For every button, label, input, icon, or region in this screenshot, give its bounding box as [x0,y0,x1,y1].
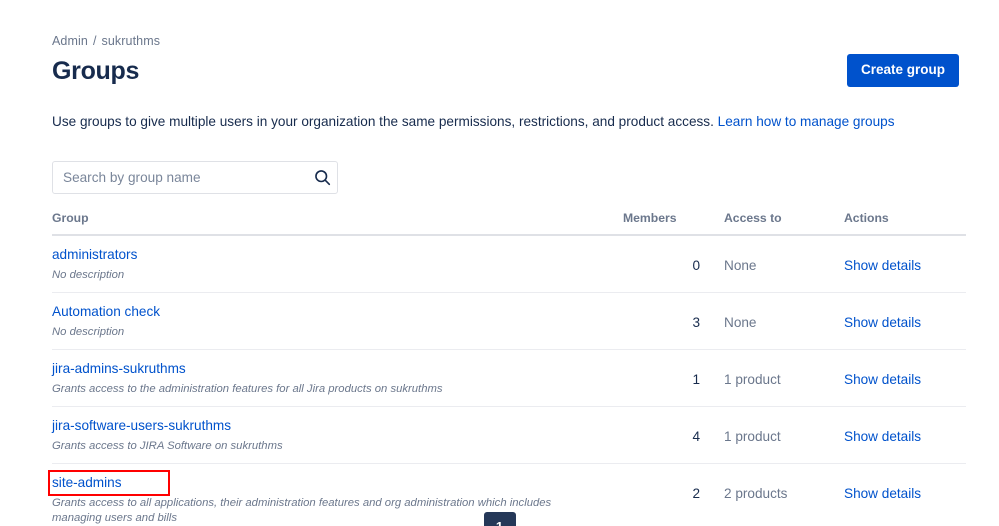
search-icon[interactable] [307,169,337,186]
members-cell: 4 [621,417,710,446]
actions-cell: Show details [830,417,966,446]
groups-table: Group Members Access to Actions administ… [48,211,966,526]
show-details-link[interactable]: Show details [844,303,921,332]
actions-cell: Show details [830,246,966,275]
breadcrumb: Admin / sukruthms [52,33,959,49]
page-header: Admin / sukruthms Groups Create group [52,33,959,87]
page-title: Groups [52,57,140,85]
table-row: Automation check No description 3 None Show … [52,293,966,350]
actions-cell: Show details [830,360,966,389]
access-to-cell: None [710,303,830,332]
breadcrumb-separator: / [92,34,97,48]
create-group-button[interactable]: Create group [846,54,959,87]
group-description: No description [52,326,125,338]
group-name-link[interactable]: site-admins [48,470,170,496]
group-cell: Automation check No description [52,303,621,340]
breadcrumb-item-site[interactable]: sukruthms [102,34,161,48]
breadcrumb-item-admin[interactable]: Admin [52,34,88,48]
show-details-link[interactable]: Show details [844,417,921,446]
group-cell: jira-software-users-sukruthms Grants acce… [52,417,621,454]
members-count: 2 [692,486,700,501]
actions-cell: Show details [830,303,966,332]
members-cell: 1 [621,360,710,389]
access-to-cell: 1 product [710,360,830,389]
members-count: 0 [692,258,700,273]
table-body: administrators No description 0 None Show de… [48,236,966,526]
members-cell: 0 [621,246,710,275]
column-header-members: Members [623,211,677,225]
groups-admin-page: Admin / sukruthms Groups Create group Use … [0,0,999,526]
show-details-link[interactable]: Show details [844,360,921,389]
members-count: 4 [692,429,700,444]
column-header-access: Access to [724,211,782,225]
group-cell: jira-admins-sukruthms Grants access to th… [52,360,621,397]
access-to-value: None [724,258,757,273]
access-to-cell: 2 products [710,474,830,503]
group-name-link[interactable]: jira-admins-sukruthms [52,360,186,378]
table-row: jira-software-users-sukruthms Grants acce… [52,407,966,464]
group-name-link[interactable]: jira-software-users-sukruthms [52,417,231,435]
column-header-group: Group [52,211,89,225]
intro-description: Use groups to give multiple users in you… [52,114,718,129]
table-row: administrators No description 0 None Show de… [52,236,966,293]
members-cell: 2 [621,474,710,503]
table-row: jira-admins-sukruthms Grants access to th… [52,350,966,407]
access-to-cell: None [710,246,830,275]
intro-text: Use groups to give multiple users in you… [52,112,895,131]
group-cell: administrators No description [52,246,621,283]
table-header-row: Group Members Access to Actions [52,211,966,236]
access-to-value: 1 product [724,429,781,444]
pagination-page-1[interactable]: 1 [483,512,516,526]
access-to-value: 1 product [724,372,781,387]
access-to-value: None [724,315,757,330]
search-box[interactable] [52,161,338,194]
actions-cell: Show details [830,474,966,503]
members-cell: 3 [621,303,710,332]
members-count: 3 [692,315,700,330]
show-details-link[interactable]: Show details [844,246,921,275]
column-header-actions: Actions [844,211,889,225]
group-name-link[interactable]: administrators [52,246,137,264]
group-name-link[interactable]: Automation check [52,303,160,321]
pagination: 1 [0,512,999,526]
search-input[interactable] [53,162,307,193]
group-description: Grants access to JIRA Software on sukrut… [52,440,283,452]
access-to-value: 2 products [724,486,788,501]
group-description: No description [52,269,125,281]
access-to-cell: 1 product [710,417,830,446]
learn-how-to-manage-groups-link[interactable]: Learn how to manage groups [718,114,895,129]
group-description: Grants access to the administration feat… [52,383,443,395]
members-count: 1 [692,372,700,387]
show-details-link[interactable]: Show details [844,474,921,503]
